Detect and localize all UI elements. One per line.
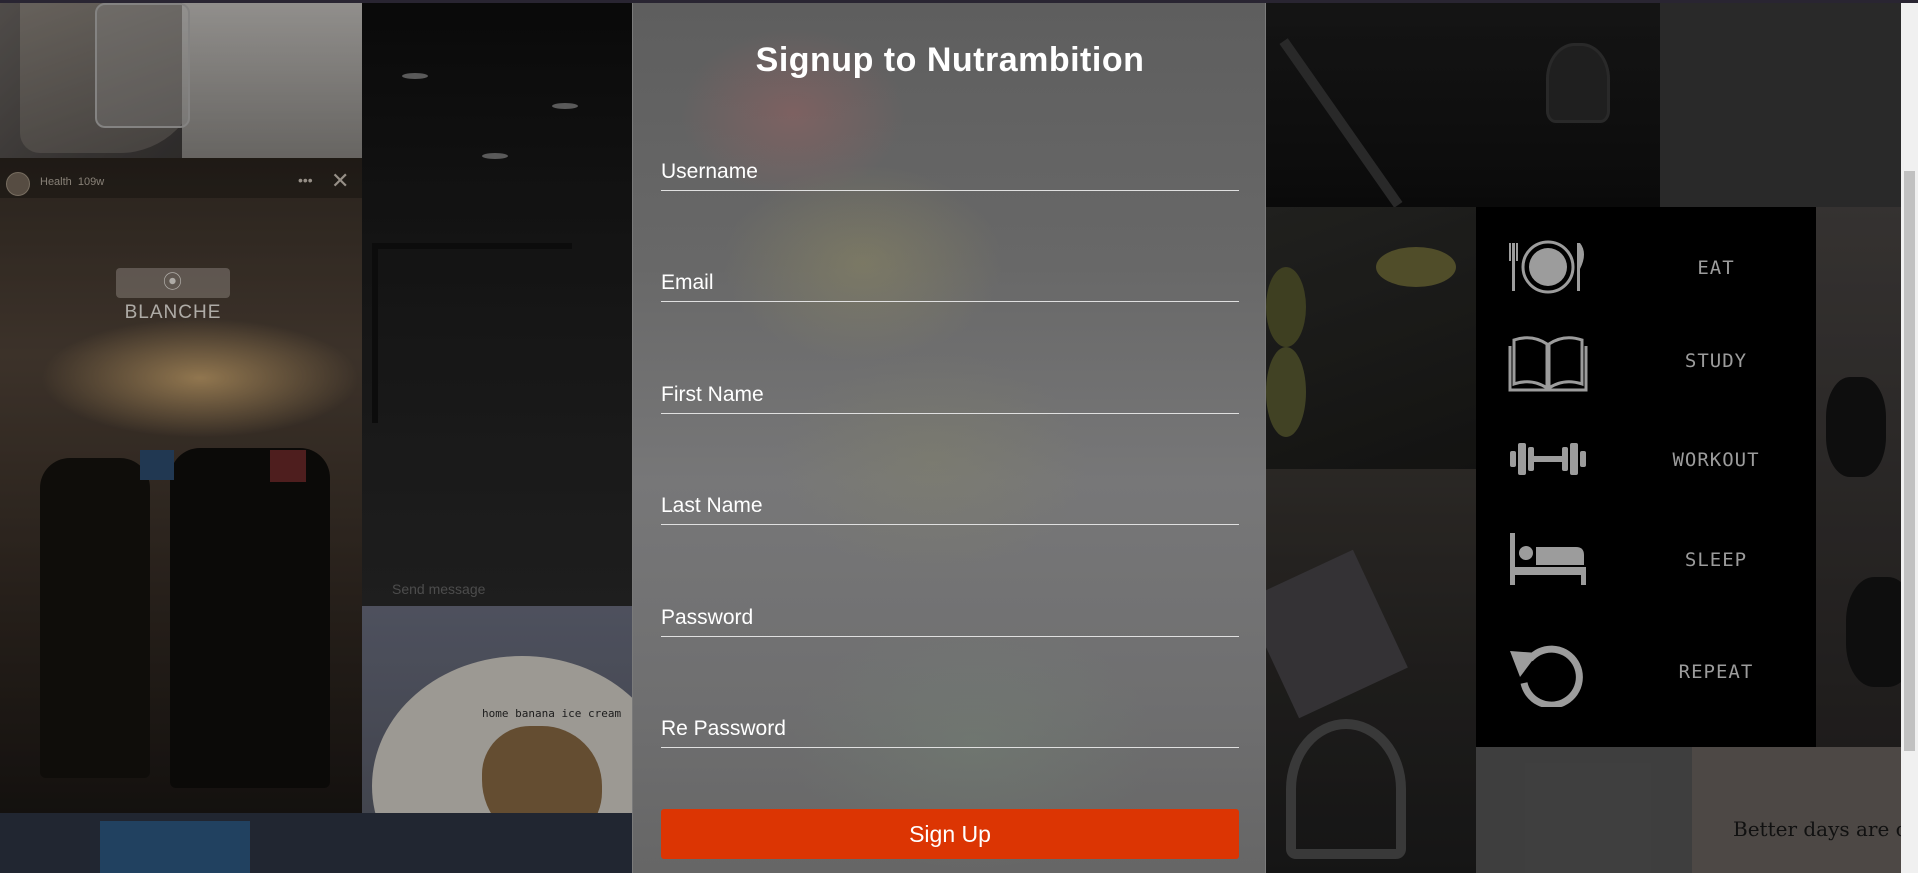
page-scrollbar[interactable] [1901,3,1918,873]
sign-up-button[interactable]: Sign Up [661,809,1239,859]
first-name-input[interactable] [661,376,1239,414]
re-password-input[interactable] [661,710,1239,748]
form-title: Signup to Nutrambition [755,41,1145,79]
last-name-input[interactable] [661,487,1239,525]
username-input[interactable] [661,153,1239,191]
signup-page: Health 109w ••• ✕ ⦿ BLANCHE Send message… [0,0,1918,873]
signup-form-panel: Signup to Nutrambition Sign Up [632,3,1266,873]
email-input[interactable] [661,264,1239,302]
password-input[interactable] [661,599,1239,637]
scrollbar-thumb[interactable] [1904,171,1915,751]
